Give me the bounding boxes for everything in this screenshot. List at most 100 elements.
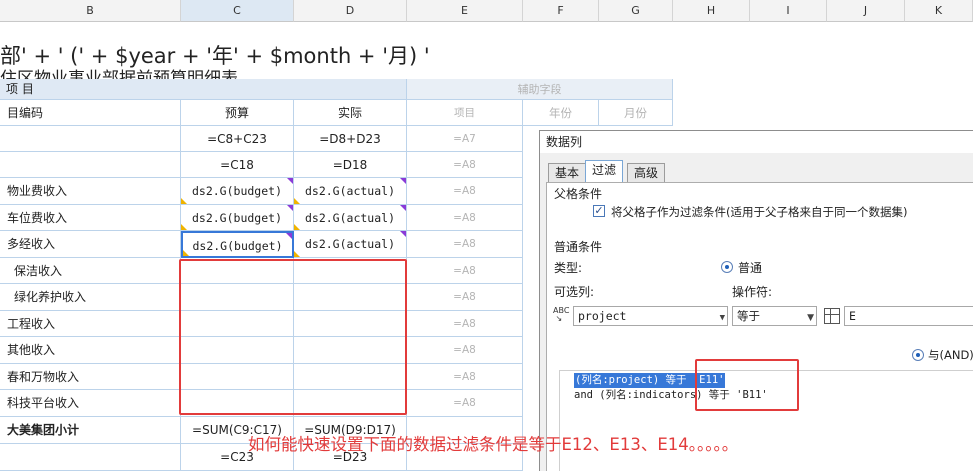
aux-project-cell[interactable]: =A8: [407, 364, 523, 390]
actual-cell[interactable]: =D8+D23: [294, 126, 407, 152]
col-header-J[interactable]: J: [827, 0, 905, 22]
cell-marker-icon: [400, 231, 406, 237]
parent-cond-label: 父格条件: [554, 187, 603, 201]
tab-basic[interactable]: 基本: [548, 163, 587, 183]
tab-advanced[interactable]: 高级: [627, 163, 666, 183]
row-label-cell[interactable]: 大美集团小计: [0, 417, 181, 444]
dialog-title: 数据列: [540, 131, 973, 153]
row-label-cell[interactable]: [0, 126, 181, 152]
actual-cell[interactable]: 实际: [294, 100, 407, 126]
actual-cell[interactable]: ds2.G(actual): [294, 205, 407, 231]
row-label-cell[interactable]: 工程收入: [0, 311, 181, 337]
budget-cell[interactable]: ds2.G(budget): [181, 231, 294, 258]
row-label-cell[interactable]: [0, 152, 181, 178]
aux-project-cell[interactable]: =A8: [407, 231, 523, 258]
aux-project-cell[interactable]: =A8: [407, 178, 523, 205]
budget-cell-value: =C18: [220, 158, 254, 172]
cell-marker-icon: [294, 224, 300, 230]
aux-project-cell[interactable]: =A8: [407, 337, 523, 364]
sub-title[interactable]: 住区物业事业部据前预算明细表: [0, 67, 238, 79]
actual-cell-value: =D8+D23: [319, 132, 381, 146]
col-header-E[interactable]: E: [407, 0, 523, 22]
col-header-I[interactable]: I: [750, 0, 827, 22]
title-formula[interactable]: 部' + ' (' + $year + '年' + $month + '月) ': [0, 40, 430, 70]
row-label-cell[interactable]: 绿化养护收入: [0, 284, 181, 311]
cell-marker-icon: [286, 233, 292, 239]
col-header-B[interactable]: B: [0, 0, 181, 22]
actual-cell-value: ds2.G(actual): [304, 211, 395, 225]
condition-2-prefix: and (列名:indicators): [574, 389, 703, 401]
aux-field-header[interactable]: 辅助字段: [407, 79, 673, 100]
type-radio[interactable]: [721, 261, 733, 273]
aux-project-cell[interactable]: =A8: [407, 390, 523, 417]
parent-checkbox[interactable]: ✓: [593, 205, 605, 217]
aux-month-cell[interactable]: 月份: [599, 100, 673, 126]
budget-cell-value: ds2.G(budget): [191, 184, 282, 198]
row-label-cell[interactable]: 车位费收入: [0, 205, 181, 231]
row-label-cell[interactable]: 保洁收入: [0, 258, 181, 284]
actual-cell[interactable]: ds2.G(actual): [294, 231, 407, 258]
row-label-cell[interactable]: 多经收入: [0, 231, 181, 258]
cell-marker-icon: [400, 205, 406, 211]
normal-cond-label: 普通条件: [554, 240, 603, 254]
actual-cell[interactable]: =D18: [294, 152, 407, 178]
actual-cell-value: ds2.G(actual): [304, 184, 395, 198]
question-caption: 如何能快速设置下面的数据过滤条件是等于E12、E13、E14。。。。。: [248, 435, 739, 454]
cell-marker-icon: [287, 205, 293, 211]
col-header-D[interactable]: D: [294, 0, 407, 22]
row-label-cell[interactable]: 物业费收入: [0, 178, 181, 205]
chevron-down-icon: ▼: [807, 313, 814, 323]
cell-marker-icon: [294, 198, 300, 204]
cell-marker-icon: [287, 178, 293, 184]
cell-marker-icon: [181, 224, 187, 230]
aux-project-cell[interactable]: =A8: [407, 311, 523, 337]
budget-cell-value: ds2.G(budget): [191, 211, 282, 225]
value-input[interactable]: E: [844, 306, 973, 326]
header-project-cell[interactable]: 项 目: [0, 79, 407, 100]
budget-cell[interactable]: =C8+C23: [181, 126, 294, 152]
actual-cell-value: ds2.G(actual): [304, 237, 395, 251]
cell-picker-icon[interactable]: [824, 308, 840, 324]
optional-col-label: 可选列:: [554, 285, 595, 299]
aux-project-cell[interactable]: =A8: [407, 152, 523, 178]
type-option-label: 普通: [738, 261, 763, 275]
col-header-F[interactable]: F: [523, 0, 599, 22]
budget-cell-value: =C8+C23: [207, 132, 267, 146]
col-header-C[interactable]: C: [181, 0, 294, 22]
budget-cell-value: 预算: [224, 106, 249, 120]
budget-cell[interactable]: ds2.G(budget): [181, 178, 294, 205]
row-label-cell[interactable]: 目编码: [0, 100, 181, 126]
cell-marker-icon: [183, 250, 189, 256]
cell-marker-icon: [181, 198, 187, 204]
budget-cell[interactable]: 预算: [181, 100, 294, 126]
row-label-cell[interactable]: 科技平台收入: [0, 390, 181, 417]
operator-select[interactable]: 等于 ▼: [732, 306, 817, 326]
aux-project-cell[interactable]: 项目: [407, 100, 523, 126]
row-label-cell[interactable]: 其他收入: [0, 337, 181, 364]
aux-project-cell[interactable]: =A8: [407, 258, 523, 284]
type-label: 类型:: [554, 261, 583, 275]
column-select[interactable]: project ▼: [573, 306, 728, 326]
aux-project-cell[interactable]: =A8: [407, 205, 523, 231]
aux-project-cell[interactable]: =A7: [407, 126, 523, 152]
col-header-K[interactable]: K: [905, 0, 973, 22]
col-header-G[interactable]: G: [599, 0, 673, 22]
aux-year-cell[interactable]: 年份: [523, 100, 599, 126]
highlight-box-cells: [179, 259, 407, 415]
cell-marker-icon: [400, 178, 406, 184]
cell-marker-icon: [294, 251, 300, 257]
and-radio[interactable]: [912, 349, 924, 361]
aux-project-cell[interactable]: =A8: [407, 284, 523, 311]
row-label-cell[interactable]: [0, 444, 181, 471]
row-label-cell[interactable]: 春和万物收入: [0, 364, 181, 390]
tab-filter[interactable]: 过滤: [585, 160, 624, 183]
budget-cell-value: ds2.G(budget): [192, 239, 283, 253]
parent-checkbox-label: 将父格子作为过滤条件(适用于父子格来自于同一个数据集): [611, 205, 908, 219]
highlight-box-conditions: [695, 359, 799, 411]
actual-cell[interactable]: ds2.G(actual): [294, 178, 407, 205]
column-select-value: project: [578, 309, 627, 323]
col-header-H[interactable]: H: [673, 0, 750, 22]
budget-cell[interactable]: =C18: [181, 152, 294, 178]
operator-select-value: 等于: [737, 309, 760, 323]
budget-cell[interactable]: ds2.G(budget): [181, 205, 294, 231]
